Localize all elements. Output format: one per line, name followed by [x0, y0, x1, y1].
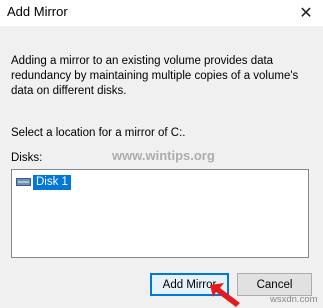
- title-bar: Add Mirror ✕: [0, 0, 323, 26]
- description-text: Adding a mirror to an existing volume pr…: [11, 55, 299, 97]
- watermark-text: www.wintips.org: [112, 148, 215, 163]
- brand-text: wsxdn.com: [270, 294, 318, 305]
- disks-listbox[interactable]: Disk 1: [11, 169, 309, 258]
- list-item-disk-1[interactable]: Disk 1: [16, 174, 71, 190]
- disk-drive-icon: [16, 178, 31, 186]
- pointer-arrow-icon: [210, 283, 240, 307]
- select-location-label: Select a location for a mirror of C:.: [11, 127, 186, 139]
- close-icon[interactable]: ✕: [289, 0, 323, 26]
- window-title: Add Mirror: [7, 4, 68, 19]
- disks-label: Disks:: [11, 152, 43, 164]
- disk-1-label: Disk 1: [33, 174, 71, 190]
